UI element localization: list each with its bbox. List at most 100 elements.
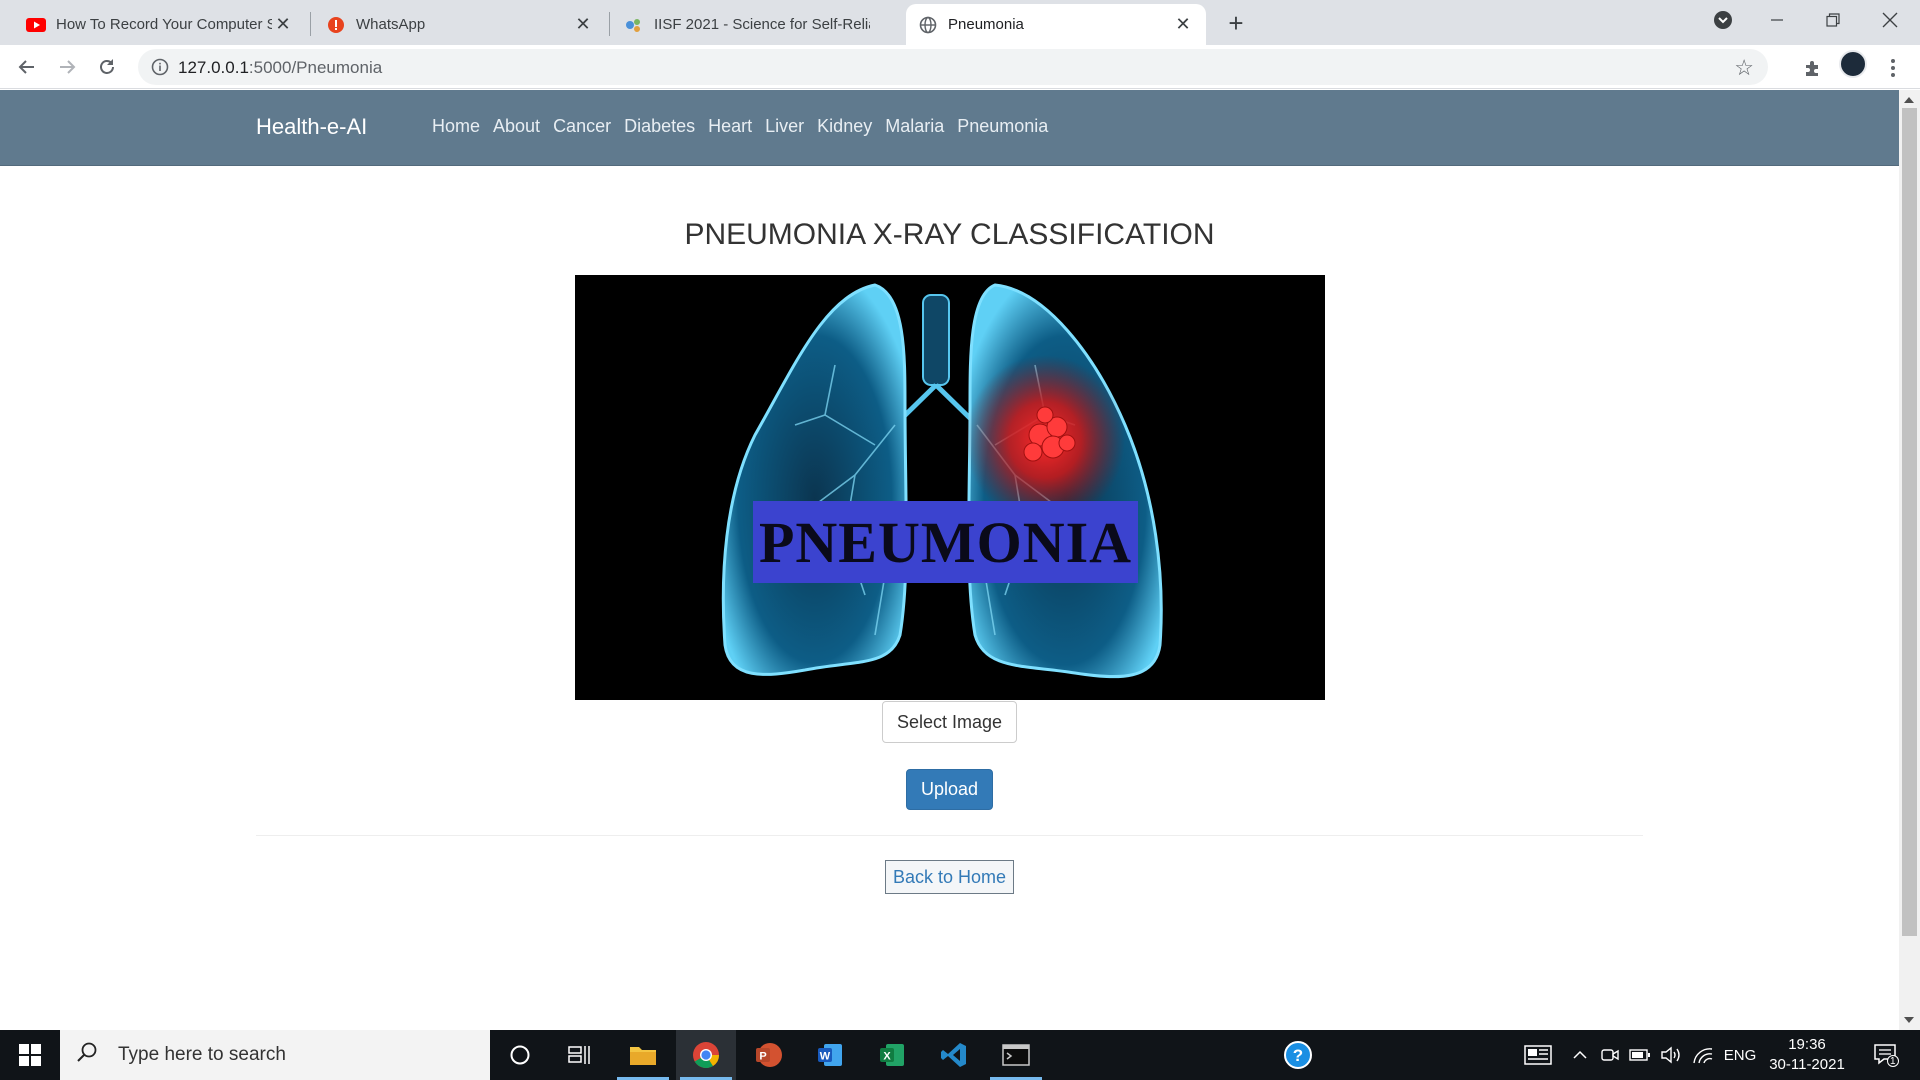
arrow-right-icon [60, 60, 76, 74]
scroll-up-arrow-icon[interactable] [1904, 97, 1914, 103]
address-bar[interactable]: 127.0.0.1:5000/Pneumonia ☆ [138, 49, 1768, 85]
close-window-button[interactable] [1867, 0, 1913, 40]
divider [256, 835, 1643, 836]
chevron-up-icon[interactable] [1569, 1030, 1591, 1080]
youtube-icon [26, 15, 46, 35]
help-icon: ? [1284, 1041, 1312, 1069]
vscode-icon [941, 1043, 966, 1067]
arrow-left-icon [18, 60, 34, 74]
restore-button[interactable] [1810, 0, 1856, 40]
lungs-illustration [721, 283, 1163, 679]
tab-pneumonia[interactable]: Pneumonia ✕ [906, 4, 1206, 45]
select-image-button[interactable]: Select Image [882, 701, 1017, 743]
cortana-icon [510, 1045, 530, 1065]
url-text[interactable]: 127.0.0.1:5000/Pneumonia [178, 58, 382, 78]
close-tab-icon[interactable]: ✕ [272, 14, 294, 36]
svg-text:X: X [883, 1051, 891, 1063]
tab-search-button[interactable] [1700, 0, 1746, 40]
wifi-icon[interactable] [1690, 1030, 1716, 1080]
taskbar-help[interactable]: ? [1268, 1030, 1328, 1080]
reload-icon [100, 59, 114, 74]
taskbar-file-explorer[interactable] [613, 1030, 673, 1080]
iisf-icon [624, 15, 644, 35]
browser-toolbar: 127.0.0.1:5000/Pneumonia ☆ [0, 45, 1920, 89]
forward-button[interactable] [53, 53, 81, 81]
image-banner-label: PNEUMONIA [753, 501, 1138, 583]
search-icon [76, 1041, 106, 1069]
windows-logo-icon [19, 1044, 41, 1066]
url-host: 127.0.0.1 [178, 58, 249, 77]
action-center-button[interactable]: 1 [1866, 1030, 1906, 1080]
nav-link-pneumonia[interactable]: Pneumonia [957, 116, 1048, 137]
profile-avatar[interactable] [1839, 50, 1867, 78]
web-page: Health-e-AI Home About Cancer Diabetes H… [0, 90, 1899, 1030]
back-to-home-link[interactable]: Back to Home [885, 860, 1014, 894]
globe-icon [918, 15, 938, 35]
tab-iisf[interactable]: IISF 2021 - Science for Self-Relian ✕ [612, 4, 904, 45]
cortana-button[interactable] [490, 1030, 550, 1080]
taskbar-powerpoint[interactable]: P [738, 1030, 798, 1080]
new-tab-button[interactable]: + [1221, 8, 1251, 38]
powerpoint-icon: P [756, 1043, 782, 1067]
task-view-button[interactable] [550, 1030, 610, 1080]
svg-text:W: W [820, 1051, 831, 1063]
excel-icon: X [880, 1044, 904, 1066]
reload-button[interactable] [93, 53, 121, 81]
close-tab-icon[interactable]: ✕ [572, 14, 594, 36]
taskbar-vscode[interactable] [924, 1030, 984, 1080]
nav-link-cancer[interactable]: Cancer [553, 116, 611, 137]
nav-link-about[interactable]: About [493, 116, 540, 137]
info-icon[interactable] [150, 57, 170, 77]
clock-date: 30-11-2021 [1769, 1056, 1845, 1073]
word-icon: W [818, 1044, 842, 1066]
task-view-icon [568, 1046, 590, 1064]
tab-divider [310, 12, 311, 36]
taskbar-word[interactable]: W [800, 1030, 860, 1080]
language-indicator[interactable]: ENG [1722, 1030, 1758, 1080]
scrollbar-thumb[interactable] [1902, 108, 1917, 936]
nav-link-liver[interactable]: Liver [765, 116, 804, 137]
tab-youtube[interactable]: How To Record Your Computer S ✕ [14, 4, 306, 45]
url-path: :5000/Pneumonia [248, 58, 383, 77]
volume-icon[interactable] [1658, 1030, 1684, 1080]
chevron-down-circle-icon [1714, 11, 1732, 29]
tab-title: How To Record Your Computer S [56, 16, 272, 33]
search-placeholder: Type here to search [118, 1044, 286, 1065]
restore-icon [1826, 13, 1840, 27]
nav-link-home[interactable]: Home [432, 116, 480, 137]
taskbar-clock[interactable]: 19:36 30-11-2021 [1764, 1035, 1850, 1075]
battery-icon[interactable] [1627, 1030, 1653, 1080]
nav-link-diabetes[interactable]: Diabetes [624, 116, 695, 137]
page-scrollbar[interactable] [1899, 90, 1920, 1030]
tab-title: WhatsApp [356, 16, 426, 33]
tab-divider [609, 12, 610, 36]
nav-link-heart[interactable]: Heart [708, 116, 752, 137]
minimize-icon [1771, 19, 1783, 21]
close-tab-icon[interactable]: ✕ [1172, 14, 1194, 36]
site-navbar: Health-e-AI Home About Cancer Diabetes H… [0, 90, 1899, 166]
meet-now-icon[interactable] [1598, 1030, 1622, 1080]
browser-menu-icon[interactable] [1880, 55, 1906, 81]
nav-link-malaria[interactable]: Malaria [885, 116, 944, 137]
start-button[interactable] [0, 1030, 60, 1080]
minimize-button[interactable] [1754, 0, 1800, 40]
folder-icon [630, 1047, 656, 1065]
scroll-down-arrow-icon[interactable] [1904, 1017, 1914, 1023]
taskbar-excel[interactable]: X [862, 1030, 922, 1080]
upload-button[interactable]: Upload [906, 769, 993, 810]
browser-tabstrip: How To Record Your Computer S ✕ WhatsApp… [0, 0, 1920, 45]
tab-whatsapp[interactable]: WhatsApp ✕ [314, 4, 606, 45]
site-brand[interactable]: Health-e-AI [256, 114, 367, 140]
notification-count: 1 [1890, 1056, 1896, 1067]
svg-text:?: ? [1293, 1046, 1303, 1065]
extensions-puzzle-icon[interactable] [1800, 55, 1826, 81]
taskbar-terminal[interactable] [986, 1030, 1046, 1080]
taskbar-search-box[interactable]: Type here to search [60, 1030, 490, 1080]
close-icon [1882, 12, 1898, 28]
site-nav-links: Home About Cancer Diabetes Heart Liver K… [432, 116, 1048, 137]
nav-link-kidney[interactable]: Kidney [817, 116, 872, 137]
taskbar-chrome[interactable] [676, 1030, 736, 1080]
news-widget-icon[interactable] [1520, 1030, 1556, 1080]
bookmark-star-icon[interactable]: ☆ [1734, 55, 1754, 81]
back-button[interactable] [13, 53, 41, 81]
